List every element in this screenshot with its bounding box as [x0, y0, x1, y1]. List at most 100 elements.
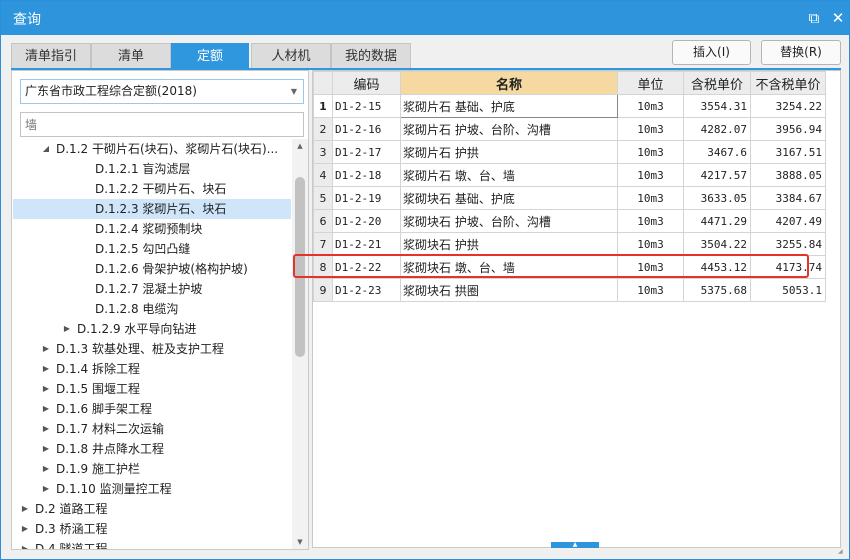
table-row[interactable]: 5 D1-2-19 浆砌块石 基础、护底 10m3 3633.05 3384.67 [313, 186, 826, 210]
cell-unit[interactable]: 10m3 [617, 278, 684, 302]
tree-node[interactable]: D.1.2.8 电缆沟 [13, 299, 291, 319]
tree-node[interactable]: ▶ D.3 桥涵工程 [13, 519, 291, 539]
cell-unit[interactable]: 10m3 [617, 94, 684, 118]
cell-code[interactable]: D1-2-22 [332, 255, 401, 279]
tree-node[interactable]: ▶ D.2 道路工程 [13, 499, 291, 519]
restore-icon[interactable]: ⧉ [803, 7, 825, 29]
cell-name[interactable]: 浆砌块石 基础、护底 [400, 186, 618, 210]
cell-name[interactable]: 浆砌块石 护坡、台阶、沟槽 [400, 209, 618, 233]
table-row[interactable]: 1 D1-2-15 浆砌片石 基础、护底 10m3 3554.31 3254.22 [313, 94, 826, 118]
header-code[interactable]: 编码 [332, 71, 401, 95]
cell-name[interactable]: 浆砌片石 墩、台、墙 [400, 163, 618, 187]
title-bar[interactable]: 查询 ⧉ ✕ [1, 1, 849, 35]
close-icon[interactable]: ✕ [827, 7, 849, 29]
cell-code[interactable]: D1-2-18 [332, 163, 401, 187]
tab-quota[interactable]: 定额 [171, 43, 249, 69]
cell-name[interactable]: 浆砌片石 护拱 [400, 140, 618, 164]
cell-unit[interactable]: 10m3 [617, 232, 684, 256]
tree-node[interactable]: ▶ D.1.5 围堰工程 [13, 379, 291, 399]
cell-code[interactable]: D1-2-21 [332, 232, 401, 256]
resize-grip-icon[interactable]: ◢ [838, 548, 846, 556]
caret-collapsed-icon[interactable]: ▶ [40, 479, 52, 499]
cell-unit[interactable]: 10m3 [617, 186, 684, 210]
cell-price-notax[interactable]: 4173.74 [750, 255, 826, 279]
tree-node[interactable]: D.1.2.6 骨架护坡(格构护坡) [13, 259, 291, 279]
cell-name[interactable]: 浆砌片石 基础、护底 [400, 94, 618, 118]
cell-name[interactable]: 浆砌块石 护拱 [400, 232, 618, 256]
caret-collapsed-icon[interactable]: ▶ [40, 379, 52, 399]
caret-collapsed-icon[interactable]: ▶ [40, 339, 52, 359]
tree-node[interactable]: D.1.2.4 浆砌预制块 [13, 219, 291, 239]
caret-collapsed-icon[interactable]: ▶ [40, 419, 52, 439]
cell-price-notax[interactable]: 5053.1 [750, 278, 826, 302]
cell-code[interactable]: D1-2-15 [332, 94, 401, 118]
table-row[interactable]: 9 D1-2-23 浆砌块石 拱圈 10m3 5375.68 5053.1 [313, 278, 826, 302]
cell-price-notax[interactable]: 3167.51 [750, 140, 826, 164]
cell-code[interactable]: D1-2-23 [332, 278, 401, 302]
cell-price-notax[interactable]: 4207.49 [750, 209, 826, 233]
caret-expanded-icon[interactable]: ◢ [40, 139, 52, 159]
cell-price-tax[interactable]: 4217.57 [683, 163, 751, 187]
scroll-thumb[interactable] [295, 177, 305, 357]
insert-button[interactable]: 插入(I) [672, 40, 751, 65]
cell-price-notax[interactable]: 3255.84 [750, 232, 826, 256]
cell-code[interactable]: D1-2-20 [332, 209, 401, 233]
caret-collapsed-icon[interactable]: ▶ [19, 499, 31, 519]
cell-unit[interactable]: 10m3 [617, 255, 684, 279]
quota-library-select[interactable]: 广东省市政工程综合定额(2018) ▼ [20, 79, 304, 104]
caret-collapsed-icon[interactable]: ▶ [19, 519, 31, 539]
cell-price-notax[interactable]: 3956.94 [750, 117, 826, 141]
cell-name[interactable]: 浆砌块石 墩、台、墙 [400, 255, 618, 279]
cell-price-tax[interactable]: 4453.12 [683, 255, 751, 279]
tree-scrollbar[interactable]: ▲ ▼ [292, 139, 308, 549]
cell-code[interactable]: D1-2-19 [332, 186, 401, 210]
tree-node[interactable]: ▶ D.1.7 材料二次运输 [13, 419, 291, 439]
caret-collapsed-icon[interactable]: ▶ [40, 399, 52, 419]
header-price-tax[interactable]: 含税单价 [683, 71, 751, 95]
tree-node[interactable]: ▶ D.1.9 施工护栏 [13, 459, 291, 479]
table-row[interactable]: 3 D1-2-17 浆砌片石 护拱 10m3 3467.6 3167.51 [313, 140, 826, 164]
cell-price-notax[interactable]: 3888.05 [750, 163, 826, 187]
cell-price-tax[interactable]: 3554.31 [683, 94, 751, 118]
cell-unit[interactable]: 10m3 [617, 117, 684, 141]
caret-collapsed-icon[interactable]: ▶ [40, 459, 52, 479]
header-unit[interactable]: 单位 [617, 71, 684, 95]
tree-node[interactable]: ▶ D.1.6 脚手架工程 [13, 399, 291, 419]
tree-node[interactable]: D.1.2.5 勾凹凸缝 [13, 239, 291, 259]
cell-name[interactable]: 浆砌片石 护坡、台阶、沟槽 [400, 117, 618, 141]
tree-node[interactable]: ▶ D.4 隧道工程 [13, 539, 291, 549]
table-row[interactable]: 7 D1-2-21 浆砌块石 护拱 10m3 3504.22 3255.84 [313, 232, 826, 256]
cell-price-tax[interactable]: 5375.68 [683, 278, 751, 302]
table-row[interactable]: 6 D1-2-20 浆砌块石 护坡、台阶、沟槽 10m3 4471.29 4207.49 [313, 209, 826, 233]
cell-unit[interactable]: 10m3 [617, 140, 684, 164]
header-price-notax[interactable]: 不含税单价 [750, 71, 826, 95]
tree-node[interactable]: ▶ D.1.2.9 水平导向钻进 [13, 319, 291, 339]
chevron-down-icon[interactable]: ▼ [291, 80, 297, 103]
tree-node[interactable]: ▶ D.1.10 监测量控工程 [13, 479, 291, 499]
tree-node[interactable]: ▶ D.1.4 拆除工程 [13, 359, 291, 379]
cell-name[interactable]: 浆砌块石 拱圈 [400, 278, 618, 302]
tab-my-data[interactable]: 我的数据 [331, 43, 411, 69]
caret-collapsed-icon[interactable]: ▶ [40, 359, 52, 379]
cell-unit[interactable]: 10m3 [617, 209, 684, 233]
panel-splitter-handle[interactable]: ▲ [551, 542, 599, 548]
caret-collapsed-icon[interactable]: ▶ [19, 539, 31, 549]
cell-price-notax[interactable]: 3384.67 [750, 186, 826, 210]
cell-price-notax[interactable]: 3254.22 [750, 94, 826, 118]
tree-node[interactable]: ▶ D.1.8 井点降水工程 [13, 439, 291, 459]
header-name[interactable]: 名称 [400, 71, 618, 95]
scroll-down-icon[interactable]: ▼ [292, 535, 308, 549]
tree-node[interactable]: D.1.2.7 混凝土护坡 [13, 279, 291, 299]
cell-price-tax[interactable]: 3633.05 [683, 186, 751, 210]
table-row[interactable]: 8 D1-2-22 浆砌块石 墩、台、墙 10m3 4453.12 4173.74 [313, 255, 826, 279]
tab-bill[interactable]: 清单 [91, 43, 171, 69]
cell-code[interactable]: D1-2-17 [332, 140, 401, 164]
table-row[interactable]: 2 D1-2-16 浆砌片石 护坡、台阶、沟槽 10m3 4282.07 3956.94 [313, 117, 826, 141]
tree-node[interactable]: D.1.2.2 干砌片石、块石 [13, 179, 291, 199]
replace-button[interactable]: 替换(R) [761, 40, 841, 65]
tab-labor-material-machine[interactable]: 人材机 [251, 43, 331, 69]
tree-node[interactable]: D.1.2.3 浆砌片石、块石 [13, 199, 291, 219]
caret-collapsed-icon[interactable]: ▶ [40, 439, 52, 459]
cell-price-tax[interactable]: 4282.07 [683, 117, 751, 141]
scroll-up-icon[interactable]: ▲ [292, 139, 308, 153]
